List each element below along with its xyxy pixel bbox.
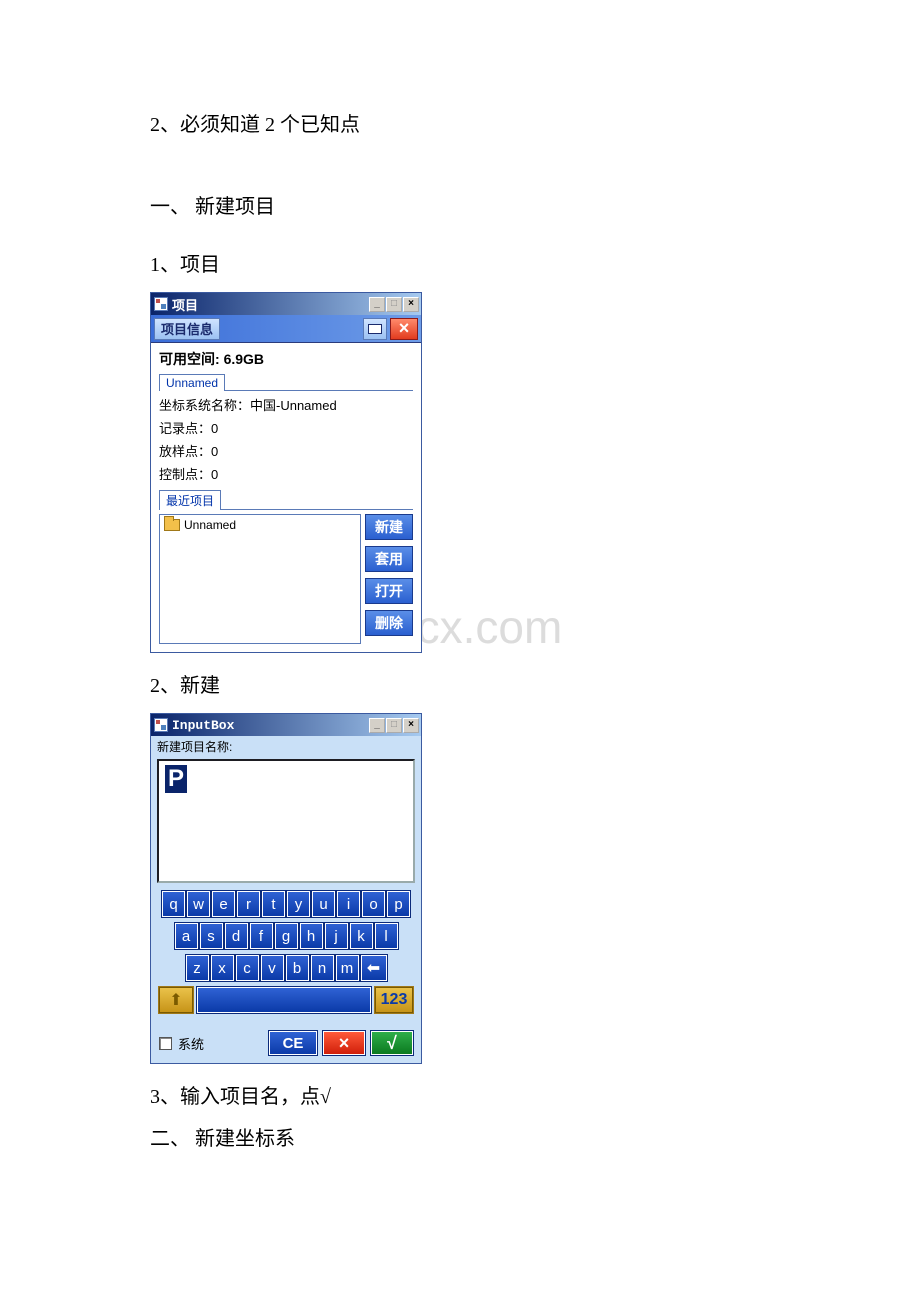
key-h[interactable]: h xyxy=(300,923,323,949)
key-numeric-toggle[interactable]: 123 xyxy=(375,987,413,1013)
key-w[interactable]: w xyxy=(187,891,210,917)
disk-value: 6.9GB xyxy=(224,351,264,367)
window-title: InputBox xyxy=(172,718,369,733)
key-b[interactable]: b xyxy=(286,955,309,981)
key-g[interactable]: g xyxy=(275,923,298,949)
stake-points: 放样点：0 xyxy=(159,441,413,460)
key-n[interactable]: n xyxy=(311,955,334,981)
titlebar[interactable]: InputBox _ □ × xyxy=(151,714,421,736)
new-button[interactable]: 新建 xyxy=(365,514,413,540)
key-p[interactable]: p xyxy=(387,891,410,917)
recent-item-label: Unnamed xyxy=(184,518,236,532)
key-i[interactable]: i xyxy=(337,891,360,917)
maximize-button[interactable]: □ xyxy=(386,718,402,733)
disk-label: 可用空间: xyxy=(159,351,220,367)
input-value: P xyxy=(165,765,187,793)
key-y[interactable]: y xyxy=(287,891,310,917)
delete-button[interactable]: 删除 xyxy=(365,610,413,636)
ok-button[interactable]: √ xyxy=(371,1031,413,1055)
keyboard-row-1: q w e r t y u i o p xyxy=(159,891,413,917)
project-window: 项目 _ □ × 项目信息 × 可用空间: 6.9GB Unnamed 坐标系统… xyxy=(150,292,422,653)
project-name-input[interactable]: P xyxy=(157,759,415,883)
record-points: 记录点：0 xyxy=(159,418,413,437)
key-f[interactable]: f xyxy=(250,923,273,949)
heading-1: 一、 新建项目 xyxy=(150,192,770,222)
coord-system-label: 坐标系统名称：中国-Unnamed xyxy=(159,395,413,414)
key-o[interactable]: o xyxy=(362,891,385,917)
subheading-3: 3、输入项目名，点√ xyxy=(150,1082,770,1112)
minimize-button[interactable]: _ xyxy=(369,718,385,733)
system-checkbox[interactable] xyxy=(159,1037,172,1050)
key-backspace[interactable]: ⬅ xyxy=(361,955,387,981)
key-c[interactable]: c xyxy=(236,955,259,981)
key-k[interactable]: k xyxy=(350,923,373,949)
close-button[interactable]: × xyxy=(390,318,418,340)
onscreen-keyboard: q w e r t y u i o p a s d f g h j k l z … xyxy=(151,891,421,1027)
key-x[interactable]: x xyxy=(211,955,234,981)
key-v[interactable]: v xyxy=(261,955,284,981)
recent-project-list[interactable]: Unnamed xyxy=(159,514,361,644)
folder-icon xyxy=(164,519,180,531)
minimize-button[interactable]: _ xyxy=(369,297,385,312)
key-r[interactable]: r xyxy=(237,891,260,917)
subheading-1: 1、项目 xyxy=(150,250,770,280)
tab-recent[interactable]: 最近项目 xyxy=(159,490,221,510)
tab-unnamed[interactable]: Unnamed xyxy=(159,374,225,391)
key-t[interactable]: t xyxy=(262,891,285,917)
keyboard-row-2: a s d f g h j k l xyxy=(159,923,413,949)
maximize-button[interactable]: □ xyxy=(386,297,402,312)
key-u[interactable]: u xyxy=(312,891,335,917)
inputbox-window: InputBox _ □ × 新建项目名称: P q w e r t y u i… xyxy=(150,713,422,1064)
subheading-2: 2、新建 xyxy=(150,671,770,701)
keyboard-row-3: z x c v b n m ⬅ xyxy=(159,955,413,981)
system-label: 系统 xyxy=(178,1034,263,1053)
prompt-label: 新建项目名称: xyxy=(151,736,421,757)
control-points: 控制点：0 xyxy=(159,464,413,483)
toolbar: 项目信息 × xyxy=(151,315,421,343)
key-d[interactable]: d xyxy=(225,923,248,949)
heading-2: 二、 新建坐标系 xyxy=(150,1124,770,1154)
key-q[interactable]: q xyxy=(162,891,185,917)
cancel-button[interactable]: × xyxy=(323,1031,365,1055)
key-e[interactable]: e xyxy=(212,891,235,917)
clear-button[interactable]: CE xyxy=(269,1031,317,1055)
close-window-button[interactable]: × xyxy=(403,297,419,312)
close-window-button[interactable]: × xyxy=(403,718,419,733)
open-button[interactable]: 打开 xyxy=(365,578,413,604)
keyboard-row-4: ⬆ 123 xyxy=(159,987,413,1013)
key-l[interactable]: l xyxy=(375,923,398,949)
window-body: 可用空间: 6.9GB Unnamed 坐标系统名称：中国-Unnamed 记录… xyxy=(151,343,421,652)
key-j[interactable]: j xyxy=(325,923,348,949)
key-a[interactable]: a xyxy=(175,923,198,949)
apply-button[interactable]: 套用 xyxy=(365,546,413,572)
key-space[interactable] xyxy=(197,987,371,1013)
app-icon xyxy=(154,297,168,311)
list-item[interactable]: Unnamed xyxy=(164,518,356,532)
key-shift[interactable]: ⬆ xyxy=(159,987,193,1013)
keyboard-footer: 系统 CE × √ xyxy=(151,1027,421,1063)
key-s[interactable]: s xyxy=(200,923,223,949)
text-prereq: 2、必须知道 2 个已知点 xyxy=(150,110,770,140)
key-z[interactable]: z xyxy=(186,955,209,981)
window-title: 项目 xyxy=(172,295,369,314)
project-info-button[interactable]: 项目信息 xyxy=(154,318,220,340)
titlebar[interactable]: 项目 _ □ × xyxy=(151,293,421,315)
key-m[interactable]: m xyxy=(336,955,359,981)
keyboard-icon[interactable] xyxy=(363,318,387,340)
app-icon xyxy=(154,718,168,732)
